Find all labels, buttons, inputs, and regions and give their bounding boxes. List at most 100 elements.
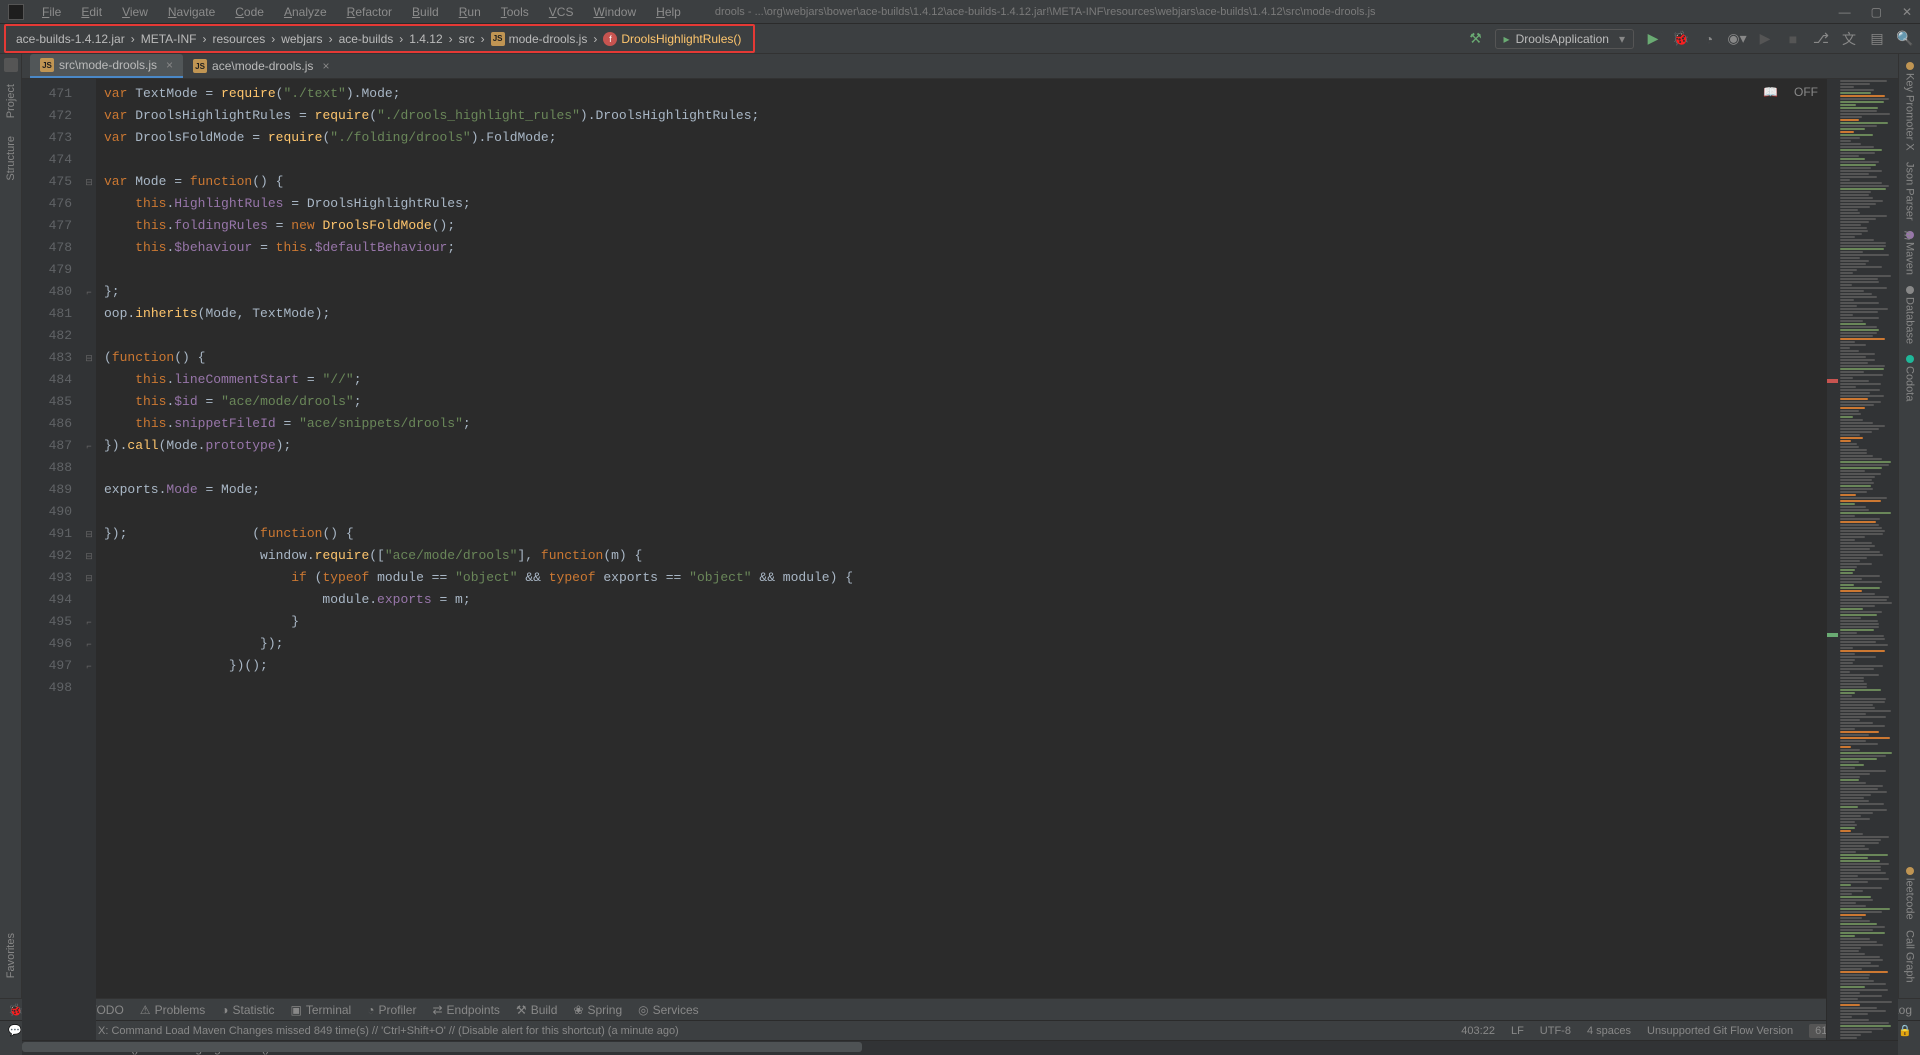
left-tool-stripe: Project Structure Favorites bbox=[0, 54, 22, 998]
fold-marker bbox=[82, 457, 96, 479]
stop-icon[interactable]: ■ bbox=[1784, 30, 1802, 48]
toolbar-right: ⚒ ▸ DroolsApplication ▾ ▶ 🐞 ◔ ◉▾ ▶ ■ ⎇ 文… bbox=[1467, 29, 1914, 49]
window-controls: — ▢ ✕ bbox=[1839, 5, 1912, 19]
status-msg-icon: 💬 bbox=[8, 1024, 22, 1037]
gutter-line-numbers: 4714724734744754764774784794804814824834… bbox=[22, 79, 82, 1040]
right-tab-callgraph[interactable]: Call Graph bbox=[1902, 926, 1918, 987]
project-tool-icon[interactable] bbox=[4, 58, 18, 72]
maximize-icon[interactable]: ▢ bbox=[1871, 5, 1882, 19]
close-icon[interactable]: ✕ bbox=[1902, 5, 1912, 19]
menu-navigate[interactable]: Navigate bbox=[158, 5, 225, 19]
left-tab-favorites[interactable]: Favorites bbox=[3, 927, 19, 984]
scrollbar-thumb[interactable] bbox=[22, 1042, 862, 1052]
code-area[interactable]: var TextMode = require("./text").Mode;va… bbox=[96, 79, 1826, 1040]
git-icon[interactable]: ⎇ bbox=[1812, 30, 1830, 48]
breadcrumb-item[interactable]: JSmode-drools.js bbox=[485, 32, 594, 46]
run-configuration-selector[interactable]: ▸ DroolsApplication ▾ bbox=[1495, 29, 1634, 49]
right-tab-codota[interactable]: Codota bbox=[1902, 351, 1918, 405]
menu-refactor[interactable]: Refactor bbox=[337, 5, 402, 19]
nav-row: ace-builds-1.4.12.jar›META-INF›resources… bbox=[0, 24, 1920, 54]
fold-marker[interactable]: ⊟ bbox=[82, 347, 96, 369]
fold-marker: ⌐ bbox=[82, 435, 96, 457]
right-tool-stripe: Key Promoter X Json Parser mMaven Databa… bbox=[1898, 54, 1920, 998]
breadcrumb-item[interactable]: ace-builds-1.4.12.jar bbox=[10, 32, 131, 46]
close-tab-icon[interactable]: × bbox=[322, 59, 329, 73]
fold-marker bbox=[82, 83, 96, 105]
fold-marker: ⌐ bbox=[82, 633, 96, 655]
fold-marker bbox=[82, 501, 96, 523]
breadcrumb-item[interactable]: META-INF bbox=[135, 32, 203, 46]
debug-icon[interactable]: 🐞 bbox=[1672, 30, 1690, 48]
error-stripe bbox=[1826, 79, 1838, 1040]
chevron-down-icon: ▾ bbox=[1619, 32, 1625, 46]
hammer-icon[interactable]: ⚒ bbox=[1467, 30, 1485, 48]
main-area: Project Structure Favorites JSsrc\mode-d… bbox=[0, 54, 1920, 998]
fold-marker bbox=[82, 677, 96, 699]
app-icon bbox=[8, 4, 24, 20]
breadcrumb-item[interactable]: ace-builds bbox=[333, 32, 400, 46]
fold-marker bbox=[82, 413, 96, 435]
left-tab-project[interactable]: Project bbox=[3, 78, 19, 124]
run-icon[interactable]: ▶ bbox=[1644, 30, 1662, 48]
menu-run[interactable]: Run bbox=[449, 5, 491, 19]
main-menu: FileEditViewNavigateCodeAnalyzeRefactorB… bbox=[32, 5, 691, 19]
menu-tools[interactable]: Tools bbox=[491, 5, 539, 19]
lock-icon[interactable]: 🔒 bbox=[1898, 1024, 1912, 1037]
menu-edit[interactable]: Edit bbox=[71, 5, 112, 19]
profile-icon[interactable]: ◉▾ bbox=[1728, 30, 1746, 48]
right-tab-leetcode[interactable]: leetcode bbox=[1902, 863, 1918, 924]
editor-content: JSsrc\mode-drools.js×JSace\mode-drools.j… bbox=[22, 54, 1898, 998]
run-disabled-icon: ▶ bbox=[1756, 30, 1774, 48]
fold-marker bbox=[82, 303, 96, 325]
menu-vcs[interactable]: VCS bbox=[539, 5, 584, 19]
run-config-label: DroolsApplication bbox=[1516, 32, 1609, 46]
gutter-fold: ⊟⌐⊟⌐⊟⊟⊟⌐⌐⌐ bbox=[82, 79, 96, 1040]
editor-tab[interactable]: JSsrc\mode-drools.js× bbox=[30, 54, 183, 78]
right-tab-maven[interactable]: mMaven bbox=[1902, 227, 1918, 279]
menu-help[interactable]: Help bbox=[646, 5, 691, 19]
menu-code[interactable]: Code bbox=[225, 5, 274, 19]
fold-marker bbox=[82, 149, 96, 171]
coverage-icon[interactable]: ◔ bbox=[1700, 30, 1718, 48]
fold-marker[interactable]: ⊟ bbox=[82, 523, 96, 545]
right-tab-database[interactable]: Database bbox=[1902, 282, 1918, 348]
breadcrumb-item[interactable]: fDroolsHighlightRules() bbox=[597, 32, 747, 46]
breadcrumb-item[interactable]: resources bbox=[207, 32, 272, 46]
window-title-path: drools - ...\org\webjars\bower\ace-build… bbox=[715, 6, 1376, 18]
fold-marker bbox=[82, 589, 96, 611]
right-tab-keypromoter[interactable]: Key Promoter X bbox=[1902, 58, 1918, 155]
run-config-icon: ▸ bbox=[1504, 32, 1510, 46]
close-tab-icon[interactable]: × bbox=[166, 58, 173, 72]
fold-marker[interactable]: ⊟ bbox=[82, 171, 96, 193]
menu-build[interactable]: Build bbox=[402, 5, 449, 19]
fold-marker bbox=[82, 215, 96, 237]
fold-marker bbox=[82, 193, 96, 215]
fold-marker bbox=[82, 237, 96, 259]
editor-wrap: 📖 OFF 4714724734744754764774784794804814… bbox=[22, 79, 1898, 1040]
fold-marker: ⌐ bbox=[82, 281, 96, 303]
menu-analyze[interactable]: Analyze bbox=[274, 5, 337, 19]
menu-view[interactable]: View bbox=[112, 5, 158, 19]
menu-window[interactable]: Window bbox=[583, 5, 646, 19]
project-structure-icon[interactable]: ▤ bbox=[1868, 30, 1886, 48]
breadcrumb-item[interactable]: src bbox=[453, 32, 481, 46]
right-tab-jsonparser[interactable]: Json Parser bbox=[1902, 158, 1918, 225]
editor-tab[interactable]: JSace\mode-drools.js× bbox=[183, 54, 339, 78]
search-icon[interactable]: 🔍 bbox=[1896, 30, 1914, 48]
fold-marker bbox=[82, 127, 96, 149]
breadcrumb-item[interactable]: webjars bbox=[275, 32, 328, 46]
fold-marker bbox=[82, 369, 96, 391]
fold-marker[interactable]: ⊟ bbox=[82, 567, 96, 589]
minimap[interactable] bbox=[1838, 79, 1898, 1040]
fold-marker bbox=[82, 259, 96, 281]
left-tab-structure[interactable]: Structure bbox=[3, 130, 19, 187]
fold-marker[interactable]: ⊟ bbox=[82, 545, 96, 567]
fold-marker bbox=[82, 479, 96, 501]
fold-marker bbox=[82, 391, 96, 413]
breadcrumb-item[interactable]: 1.4.12 bbox=[403, 32, 448, 46]
fold-marker: ⌐ bbox=[82, 655, 96, 677]
minimize-icon[interactable]: — bbox=[1839, 5, 1851, 19]
locale-icon[interactable]: 文 bbox=[1840, 30, 1858, 48]
editor-tabs: JSsrc\mode-drools.js×JSace\mode-drools.j… bbox=[22, 54, 1898, 79]
menu-file[interactable]: File bbox=[32, 5, 71, 19]
